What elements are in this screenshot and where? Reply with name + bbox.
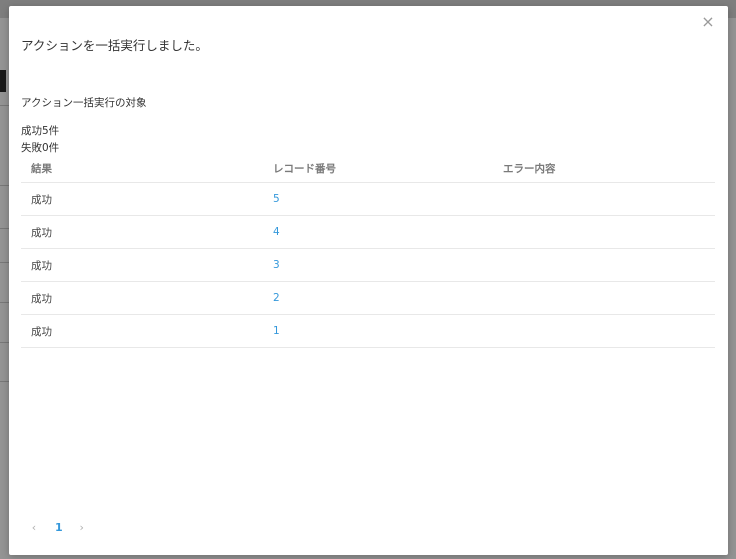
success-count: 成功5件 xyxy=(21,125,60,137)
record-number-link[interactable]: 1 xyxy=(273,325,280,337)
header-result: 結果 xyxy=(31,163,52,175)
close-icon[interactable]: × xyxy=(700,14,716,30)
record-number-link[interactable]: 5 xyxy=(273,193,280,205)
table-row: 成功 1 xyxy=(21,315,715,348)
result-cell: 成功 xyxy=(31,325,52,338)
table-row: 成功 2 xyxy=(21,282,715,315)
page-number[interactable]: 1 xyxy=(55,521,63,534)
record-number-link[interactable]: 2 xyxy=(273,292,280,304)
header-record-number: レコード番号 xyxy=(273,163,336,175)
bulk-action-result-dialog: × アクションを一括実行しました。 アクション一括実行の対象 成功5件 失敗0件… xyxy=(9,6,728,555)
chevron-left-icon[interactable]: ‹ xyxy=(29,521,39,534)
result-summary: 成功5件 失敗0件 xyxy=(21,123,59,157)
pagination: ‹ 1 › xyxy=(29,521,87,534)
table-row: 成功 5 xyxy=(21,183,715,216)
result-cell: 成功 xyxy=(31,259,52,272)
table-row: 成功 4 xyxy=(21,216,715,249)
result-table: 結果 レコード番号 エラー内容 成功 5 成功 4 成功 3 成功 2 成功 1 xyxy=(21,161,715,348)
dialog-title: アクションを一括実行しました。 xyxy=(21,38,208,53)
header-error-content: エラー内容 xyxy=(503,163,556,175)
failure-count: 失敗0件 xyxy=(21,142,60,154)
record-number-link[interactable]: 4 xyxy=(273,226,280,238)
table-header-row: 結果 レコード番号 エラー内容 xyxy=(21,161,715,183)
result-cell: 成功 xyxy=(31,193,52,206)
record-number-link[interactable]: 3 xyxy=(273,259,280,271)
target-section-label: アクション一括実行の対象 xyxy=(21,97,147,109)
result-cell: 成功 xyxy=(31,226,52,239)
chevron-right-icon[interactable]: › xyxy=(77,521,87,534)
table-row: 成功 3 xyxy=(21,249,715,282)
result-cell: 成功 xyxy=(31,292,52,305)
